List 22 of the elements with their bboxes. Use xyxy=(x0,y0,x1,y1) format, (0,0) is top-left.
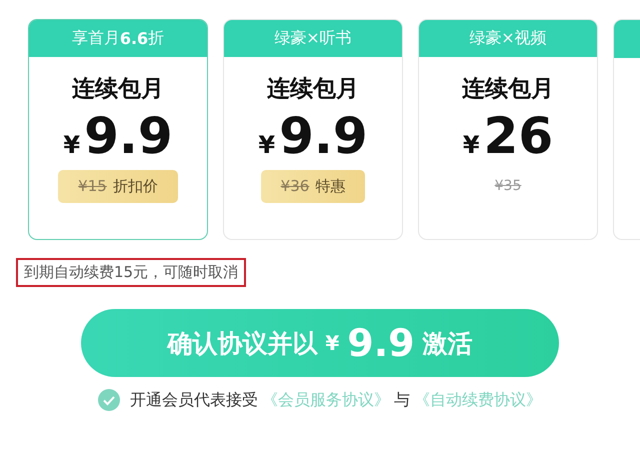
original-price: ¥35 xyxy=(494,178,522,194)
checkbox[interactable] xyxy=(98,389,120,411)
plan-price: 26 xyxy=(484,106,554,166)
discount-tag: ¥15 折扣价 xyxy=(58,170,178,203)
plan-header: 绿豪×听书 xyxy=(224,20,402,57)
plan-card[interactable]: 绿豪×听书 连续包月 ¥9.9 ¥36 特惠 xyxy=(223,19,403,240)
plan-price: 9.9 xyxy=(279,106,368,166)
agreement-text: 与 xyxy=(394,390,410,410)
plan-name: 连续包月 xyxy=(72,75,164,104)
agreement-text: 开通会员代表接受 xyxy=(130,390,258,410)
currency-symbol: ¥ xyxy=(63,131,80,159)
plan-name: 连续包月 xyxy=(462,75,554,104)
currency-symbol: ¥ xyxy=(462,131,480,159)
renewal-notice: 到期自动续费15元，可随时取消 xyxy=(16,258,246,287)
plan-header: 绿豪×视频 xyxy=(419,20,597,57)
plan-card[interactable]: 享首月6.6折 连续包月 ¥9.9 ¥15 折扣价 xyxy=(28,19,208,240)
discount-tag: ¥36 特惠 xyxy=(260,170,366,203)
currency-symbol: ¥ xyxy=(258,131,276,159)
plan-name: 连续包月 xyxy=(267,75,359,104)
plan-header: 享首月6.6折 xyxy=(29,20,207,57)
plan-price: 9.9 xyxy=(84,106,173,166)
plan-card[interactable]: 绿豪×视频 连续包月 ¥26 ¥35 xyxy=(418,19,598,240)
